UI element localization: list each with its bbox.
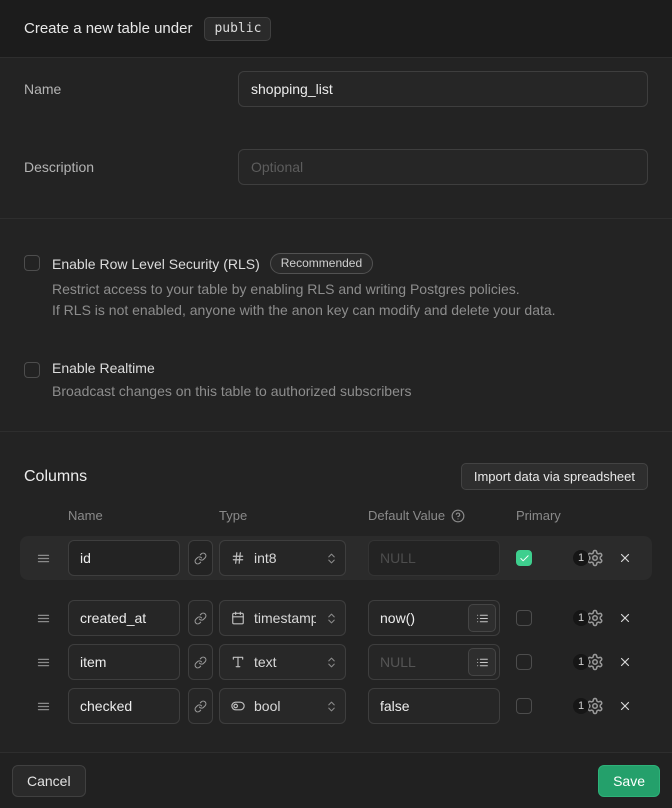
default-value-picker-button[interactable] [468, 604, 496, 632]
remove-column-button[interactable] [618, 699, 632, 713]
chevron-updown-icon [325, 700, 338, 713]
rls-toggle-row: Enable Row Level Security (RLS) Recommen… [24, 253, 648, 321]
rls-description-line1: Restrict access to your table by enablin… [52, 279, 556, 300]
close-icon [618, 699, 632, 713]
description-label: Description [24, 149, 238, 185]
table-name-input[interactable] [238, 71, 648, 107]
panel-title: Create a new table under [24, 20, 192, 37]
realtime-description: Broadcast changes on this table to autho… [52, 381, 412, 402]
import-spreadsheet-button[interactable]: Import data via spreadsheet [461, 463, 648, 490]
help-circle-icon[interactable] [451, 509, 465, 523]
column-type-select[interactable]: bool [219, 688, 346, 724]
remove-column-button[interactable] [618, 551, 632, 565]
panel-footer: Cancel Save [0, 752, 672, 808]
list-icon [476, 656, 489, 669]
primary-checkbox[interactable] [516, 698, 532, 714]
realtime-label: Enable Realtime [52, 360, 155, 376]
name-row: Name [24, 71, 648, 107]
remove-column-button[interactable] [618, 611, 632, 625]
settings-count-badge: 1 [573, 550, 589, 566]
calendar-icon [231, 611, 245, 625]
columns-table-header: Name Type Default Value Primary [20, 508, 652, 523]
remove-column-button[interactable] [618, 655, 632, 669]
foreign-key-button[interactable] [188, 688, 213, 724]
default-value-picker-button[interactable] [468, 648, 496, 676]
column-default-input [368, 540, 500, 576]
toggles-section: Enable Row Level Security (RLS) Recommen… [0, 219, 672, 432]
toggle-icon [231, 699, 245, 713]
rls-checkbox[interactable] [24, 255, 40, 271]
column-settings-button[interactable]: 1 [573, 609, 604, 627]
primary-checkbox[interactable] [516, 654, 532, 670]
check-icon [519, 553, 530, 564]
foreign-key-button[interactable] [188, 540, 213, 576]
realtime-toggle-row: Enable Realtime Broadcast changes on thi… [24, 360, 648, 402]
column-name-input[interactable] [68, 540, 180, 576]
drag-handle-icon[interactable] [36, 611, 52, 626]
column-row-item: text 1 [20, 644, 652, 680]
header-primary: Primary [516, 508, 561, 523]
column-settings-button[interactable]: 1 [573, 697, 604, 715]
header-default-value: Default Value [368, 508, 445, 523]
cancel-button[interactable]: Cancel [12, 765, 86, 797]
column-name-input[interactable] [68, 688, 180, 724]
chevron-updown-icon [325, 656, 338, 669]
create-table-panel: Create a new table under public Name Des… [0, 0, 672, 787]
chevron-updown-icon [325, 552, 338, 565]
settings-count-badge: 1 [573, 698, 589, 714]
column-settings-button[interactable]: 1 [573, 653, 604, 671]
foreign-key-button[interactable] [188, 600, 213, 636]
primary-checkbox[interactable] [516, 610, 532, 626]
columns-title: Columns [24, 468, 87, 486]
table-meta-section: Name Description [0, 58, 672, 219]
column-name-input[interactable] [68, 644, 180, 680]
column-row-created-at: timestamptz 1 [20, 600, 652, 636]
list-icon [476, 612, 489, 625]
drag-handle-icon[interactable] [36, 699, 52, 714]
close-icon [618, 611, 632, 625]
column-name-input[interactable] [68, 600, 180, 636]
panel-header: Create a new table under public [0, 0, 672, 58]
drag-handle-icon[interactable] [36, 551, 52, 566]
close-icon [618, 551, 632, 565]
link-icon [194, 612, 207, 625]
schema-badge: public [204, 17, 271, 41]
column-type-select[interactable]: timestamptz [219, 600, 346, 636]
column-type-select[interactable]: text [219, 644, 346, 680]
text-type-icon [231, 655, 245, 669]
link-icon [194, 552, 207, 565]
column-default-input[interactable] [368, 688, 500, 724]
save-button[interactable]: Save [598, 765, 660, 797]
drag-handle-icon[interactable] [36, 655, 52, 670]
header-type: Type [219, 508, 368, 523]
header-name: Name [68, 508, 219, 523]
name-label: Name [24, 71, 238, 107]
column-type-select[interactable]: int8 [219, 540, 346, 576]
primary-checkbox[interactable] [516, 550, 532, 566]
columns-section: Columns Import data via spreadsheet Name… [0, 432, 672, 752]
chevron-updown-icon [325, 612, 338, 625]
settings-count-badge: 1 [573, 610, 589, 626]
rls-label: Enable Row Level Security (RLS) [52, 256, 260, 272]
hash-icon [231, 551, 245, 565]
settings-count-badge: 1 [573, 654, 589, 670]
recommended-badge: Recommended [270, 253, 373, 274]
column-settings-button[interactable]: 1 [573, 549, 604, 567]
table-description-input[interactable] [238, 149, 648, 185]
close-icon [618, 655, 632, 669]
link-icon [194, 700, 207, 713]
realtime-checkbox[interactable] [24, 362, 40, 378]
link-icon [194, 656, 207, 669]
rls-description-line2: If RLS is not enabled, anyone with the a… [52, 300, 556, 321]
foreign-key-button[interactable] [188, 644, 213, 680]
column-row-checked: bool 1 [20, 688, 652, 724]
description-row: Description [24, 149, 648, 185]
column-row-id: int8 1 [20, 536, 652, 580]
